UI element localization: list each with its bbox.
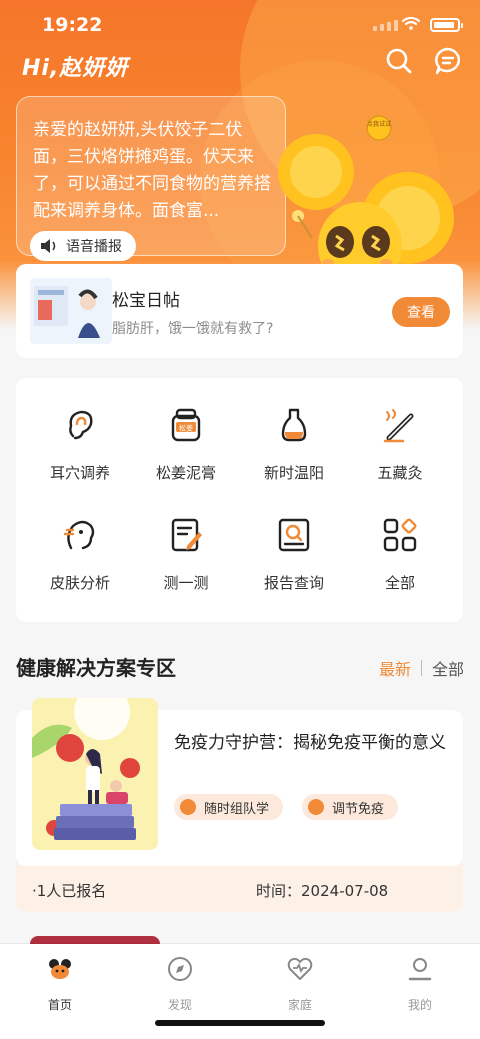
section-filter: 最新 全部 [379, 656, 464, 680]
service-ginger-paste[interactable]: 松姜 松姜泥膏 [130, 378, 242, 482]
immune-icon [308, 799, 324, 815]
filter-all[interactable]: 全部 [432, 656, 464, 680]
tab-family[interactable]: 家庭 [260, 956, 340, 1013]
filter-latest[interactable]: 最新 [379, 656, 411, 680]
tab-discover[interactable]: 发现 [140, 956, 220, 1013]
mascot-sign: 点我试试 [367, 120, 391, 128]
service-label: 新时温阳 [263, 464, 324, 482]
ginger-badge: 松姜 [179, 424, 193, 433]
program-tag-label: 调节免疫 [332, 801, 385, 817]
compass-icon [168, 957, 192, 981]
greeting: Hi,赵妍妍 [22, 56, 129, 81]
tab-label: 我的 [407, 998, 432, 1012]
test-edit-icon [171, 518, 202, 552]
program-date: 2024-07-08 [301, 882, 389, 900]
section-title: 健康解决方案专区 [16, 656, 176, 680]
time-label: 时间： [256, 882, 302, 900]
view-button[interactable]: 查看 [392, 297, 450, 327]
wifi-icon [402, 16, 420, 30]
tab-profile[interactable]: 我的 [380, 956, 460, 1013]
filter-divider [420, 660, 422, 676]
program-tag: 调节免疫 [302, 794, 399, 820]
tab-home[interactable]: 首页 [20, 956, 100, 1013]
status-time: 19:22 [42, 14, 103, 36]
program-time: 时间：2024-07-08 [256, 880, 388, 901]
service-label: 全部 [384, 574, 415, 592]
program-title: 免疫力守护营：揭秘免疫平衡的意义 [174, 733, 446, 753]
team-icon [180, 799, 196, 815]
voice-broadcast-button[interactable]: 语音播报 [30, 231, 136, 261]
ear-icon [69, 410, 93, 440]
face-analysis-icon [63, 520, 95, 550]
diary-title: 松宝日帖 [112, 291, 180, 311]
program-illustration [32, 698, 158, 850]
family-heart-icon [287, 957, 313, 980]
diary-subtitle: 脂肪肝，饿一饿就有救了? [112, 321, 274, 337]
battery-icon [430, 18, 463, 32]
service-report-query[interactable]: 报告查询 [238, 488, 350, 592]
program-tag-label: 随时组队学 [204, 801, 270, 817]
message-icon[interactable] [433, 46, 463, 76]
profile-icon [408, 958, 432, 981]
tab-label: 家庭 [287, 998, 312, 1012]
report-search-icon [278, 518, 310, 552]
all-grid-icon [383, 518, 417, 552]
services-grid: 耳穴调养 松姜 松姜泥膏 新时温阳 五藏灸 皮肤分析 测一测 报告查询 全部 [16, 378, 463, 622]
status-bar: 19:22 [0, 0, 480, 46]
service-skin-analysis[interactable]: 皮肤分析 [24, 488, 136, 592]
service-warm-yang[interactable]: 新时温阳 [238, 378, 350, 482]
service-self-test[interactable]: 测一测 [130, 488, 242, 592]
enrolled-count: ·1人已报名 [32, 882, 107, 900]
service-all[interactable]: 全部 [344, 488, 456, 592]
tab-label: 首页 [47, 998, 72, 1012]
home-indicator [155, 1020, 325, 1026]
voice-broadcast-label: 语音播报 [66, 239, 122, 255]
moxibustion-stick-icon [383, 409, 414, 443]
service-label: 测一测 [163, 574, 209, 592]
daily-tip-text: 亲爱的赵妍妍,头伏饺子二伏面，三伏烙饼摊鸡蛋。伏天来了，可以通过不同食物的营养搭… [33, 120, 271, 221]
speaker-icon [41, 239, 56, 253]
search-icon[interactable] [384, 46, 414, 76]
diary-card[interactable]: 松宝日帖 脂肪肝，饿一饿就有救了? 查看 [16, 264, 463, 358]
tab-label: 发现 [167, 998, 192, 1012]
diary-thumbnail [30, 278, 112, 344]
service-label: 皮肤分析 [49, 574, 110, 592]
moxa-cup-icon [281, 408, 307, 442]
service-label: 耳穴调养 [49, 464, 110, 482]
service-label: 五藏灸 [377, 464, 423, 482]
signal-icon [373, 20, 398, 31]
service-label: 松姜泥膏 [155, 464, 216, 482]
ginger-paste-icon: 松姜 [171, 408, 201, 442]
service-ear-acupoint[interactable]: 耳穴调养 [24, 378, 136, 482]
home-icon [49, 959, 71, 979]
service-five-organ-moxa[interactable]: 五藏灸 [344, 378, 456, 482]
service-label: 报告查询 [263, 574, 324, 592]
program-tag: 随时组队学 [174, 794, 284, 820]
